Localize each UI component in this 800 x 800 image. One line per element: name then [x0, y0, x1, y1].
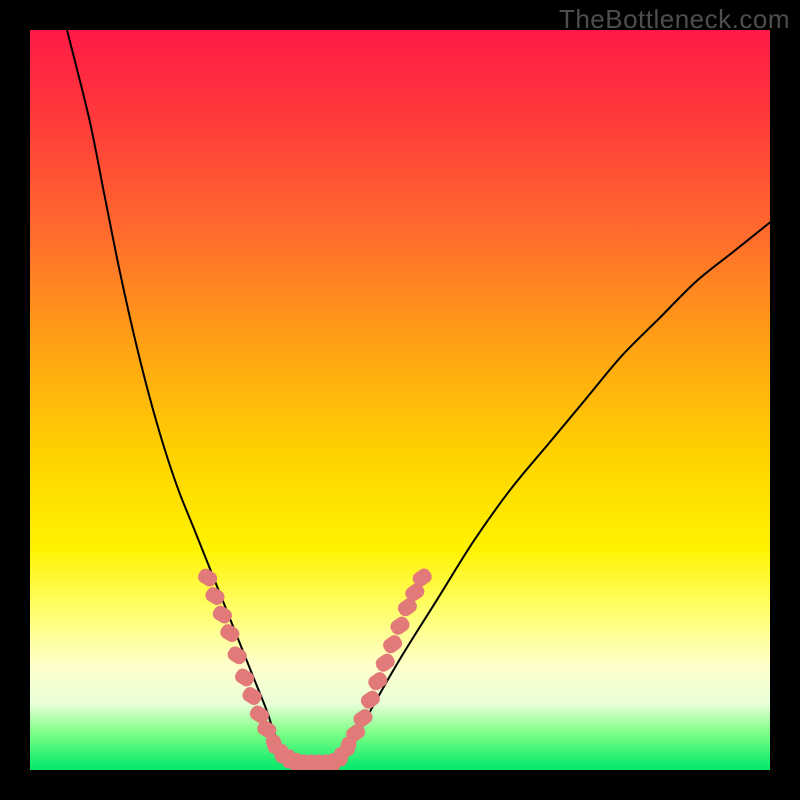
chart-frame: TheBottleneck.com [0, 0, 800, 800]
curve-layer [67, 30, 770, 767]
series-left-curve [67, 30, 289, 763]
marker-bead [381, 633, 404, 655]
marker-bead [389, 615, 412, 637]
marker-layer [196, 567, 433, 770]
chart-svg [30, 30, 770, 770]
marker-bead [366, 670, 389, 692]
plot-area [30, 30, 770, 770]
marker-bead [241, 685, 264, 706]
marker-bead [233, 667, 256, 688]
series-right-curve [341, 222, 770, 762]
marker-bead [226, 645, 249, 666]
marker-bead [359, 689, 382, 711]
